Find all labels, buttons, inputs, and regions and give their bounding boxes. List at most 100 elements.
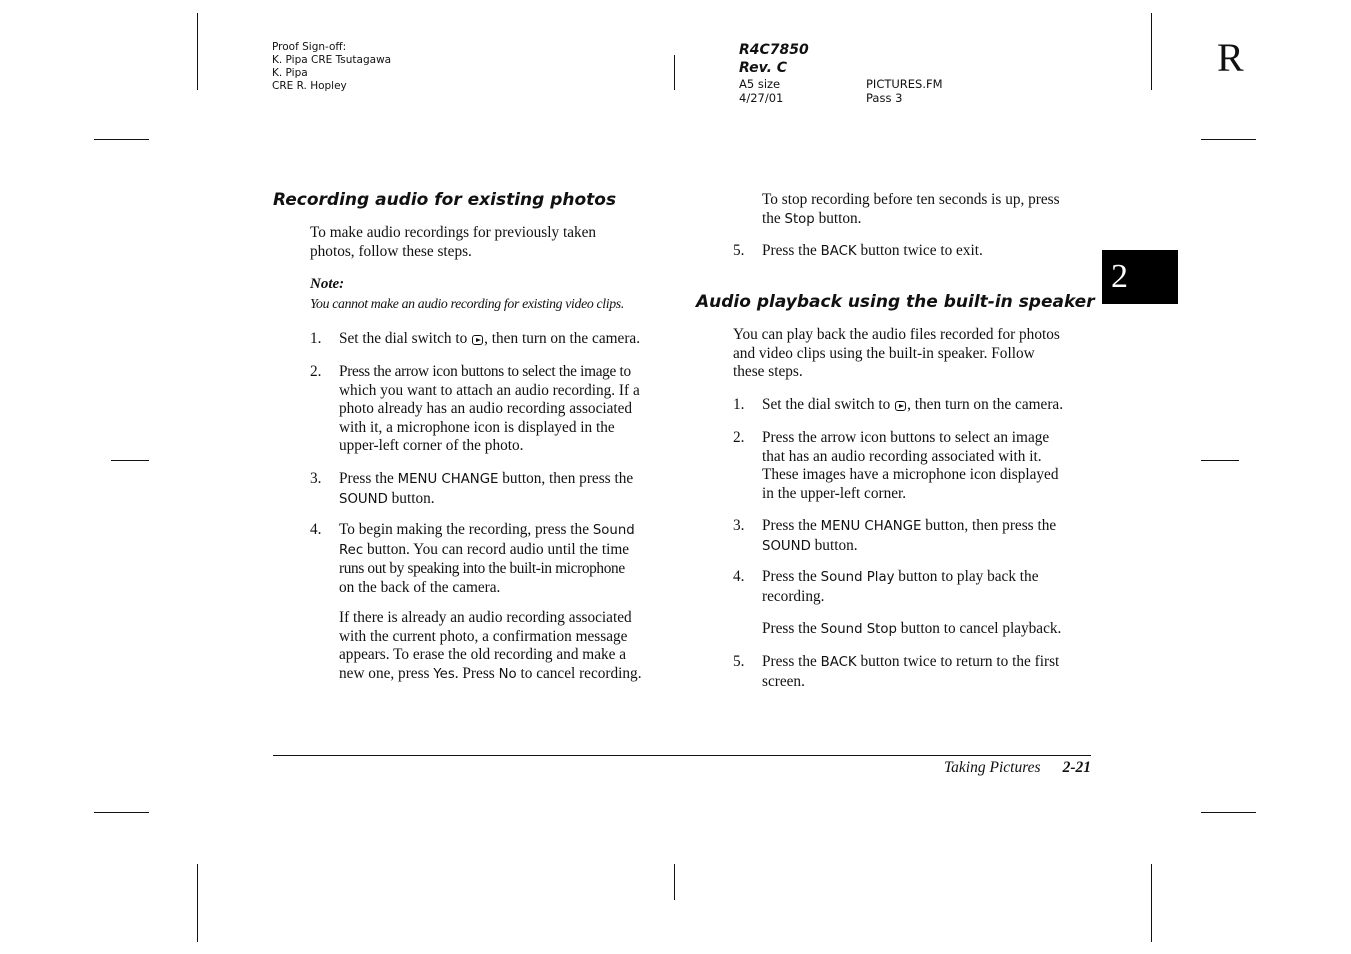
note-label: Note: [310, 276, 345, 292]
button-name: MENU CHANGE [397, 472, 499, 487]
playback-mode-icon [895, 401, 907, 411]
section-heading: Audio playback using the built-in speake… [696, 292, 1095, 312]
note-text: You cannot make an audio recording for e… [310, 296, 624, 311]
crop-mark [197, 864, 198, 942]
step-4-note: If there is already an audio recording a… [339, 609, 642, 684]
crop-mark [1151, 13, 1152, 90]
step-text: Set the dial switch to [762, 396, 895, 413]
step-text: button twice to return to the first [856, 653, 1060, 670]
intro-line: and video clips using the built-in speak… [733, 344, 1035, 362]
step-line: Press the arrow icon buttons to select a… [762, 429, 1050, 446]
chapter-tab: 2 [1102, 250, 1178, 304]
intro-line: photos, follow these steps. [310, 242, 472, 260]
proof-signoff-label: Proof Sign-off: [272, 41, 347, 53]
button-name: SOUND [762, 538, 811, 554]
step-text: button to play back the [894, 568, 1039, 585]
crop-mark [111, 460, 149, 461]
step-line: screen. [762, 672, 805, 690]
date: 4/27/01 [739, 91, 784, 105]
filename: PICTURES.FM [866, 77, 943, 91]
page-size: A5 size [739, 77, 781, 91]
intro-paragraph: To make audio recordings for previously … [310, 224, 596, 261]
button-name: Sound [592, 523, 635, 538]
step-line: in the upper-left corner. [762, 484, 907, 502]
step-text: Press the [762, 568, 821, 585]
crop-mark [94, 812, 149, 813]
step-text: button. [814, 209, 862, 227]
chapter-number: 2 [1111, 258, 1128, 295]
step-line: recording. [762, 587, 825, 605]
step-text: button, then press the [921, 517, 1057, 534]
footer-section-title: Taking Pictures [943, 759, 1041, 776]
document-code: R4C7850 [739, 42, 809, 58]
step-number: 3. [733, 517, 745, 534]
step-text: button twice to exit. [856, 242, 983, 259]
step-number: 2. [310, 363, 322, 380]
step-text: the [762, 209, 785, 227]
step-text: , then turn on the camera. [907, 396, 1064, 413]
button-name: MENU CHANGE [820, 519, 922, 534]
step-text: Press the [762, 242, 821, 259]
step-line: If there is already an audio recording a… [339, 609, 632, 626]
button-name: SOUND [339, 491, 388, 507]
crop-mark [674, 864, 675, 900]
pass: Pass 3 [866, 91, 903, 105]
playback-mode-icon [472, 335, 484, 345]
crop-mark [674, 55, 675, 90]
button-name: BACK [820, 655, 857, 670]
page-number: 2-21 [1062, 759, 1091, 776]
step-text: button to cancel playback. [896, 620, 1062, 637]
step-number: 3. [310, 470, 322, 487]
step-text: Press the [762, 653, 821, 670]
note: Note: You cannot make an audio recording… [310, 275, 624, 313]
button-name: Rec [339, 542, 364, 558]
intro-line: these steps. [733, 363, 803, 381]
step-line: that has an audio recording associated w… [762, 447, 1042, 465]
step-text: new one, press [339, 664, 434, 682]
page-footer: Taking Pictures 2-21 [944, 758, 1091, 778]
crop-mark [1201, 139, 1256, 140]
intro-paragraph: You can play back the audio files record… [733, 326, 1060, 382]
step-4-note: Press the Sound Stop button to cancel pl… [762, 620, 1061, 640]
step-text: Press the [762, 620, 821, 637]
step-line: appears. To erase the old recording and … [339, 646, 627, 664]
step-text: button. You can record audio until the t… [363, 540, 630, 558]
button-name: Sound Stop [820, 622, 897, 637]
step-text: To begin making the recording, press the [339, 521, 593, 538]
proof-signoff-block: Proof Sign-off: K. Pipa CRE Tsutagawa K.… [272, 41, 391, 93]
crop-mark [1201, 812, 1256, 813]
button-name: BACK [820, 244, 857, 259]
button-name: Stop [784, 211, 815, 227]
step-text: Press the [762, 517, 821, 534]
step-number: 2. [733, 429, 745, 446]
step-line: photo already has an audio recording ass… [339, 400, 633, 418]
step-number: 5. [733, 653, 745, 670]
step-line: which you want to attach an audio record… [339, 381, 640, 399]
crop-mark [94, 139, 149, 140]
crop-mark [1151, 864, 1152, 942]
step-text: , then turn on the camera. [484, 330, 641, 347]
step-number: 4. [733, 568, 745, 585]
step-line: runs out by speaking into the built-in m… [339, 560, 625, 578]
step-line: To stop recording before ten seconds is … [762, 191, 1060, 208]
footer-rule [273, 755, 1091, 756]
step-text: button. [810, 536, 858, 554]
step-number: 5. [733, 242, 745, 259]
button-name: No [498, 666, 517, 682]
continued-paragraph: To stop recording before ten seconds is … [762, 191, 1060, 229]
proof-signoff-line: K. Pipa CRE Tsutagawa [272, 54, 392, 66]
step-line: upper-left corner of the photo. [339, 437, 524, 455]
proof-signoff-line: CRE R. Hopley [272, 80, 347, 92]
section-heading: Recording audio for existing photos [273, 190, 617, 210]
step-text: button, then press the [498, 470, 634, 487]
step-line: on the back of the camera. [339, 578, 501, 596]
proof-signoff-line: K. Pipa [272, 67, 308, 79]
step-text: Set the dial switch to [339, 330, 472, 347]
step-number: 1. [310, 330, 322, 347]
step-number: 1. [733, 396, 745, 413]
revision: Rev. C [739, 60, 788, 76]
button-name: Yes [433, 666, 455, 682]
step-line: with it, a microphone icon is displayed … [339, 418, 615, 436]
step-text: button. [387, 489, 435, 507]
intro-line: You can play back the audio files record… [733, 326, 1060, 343]
